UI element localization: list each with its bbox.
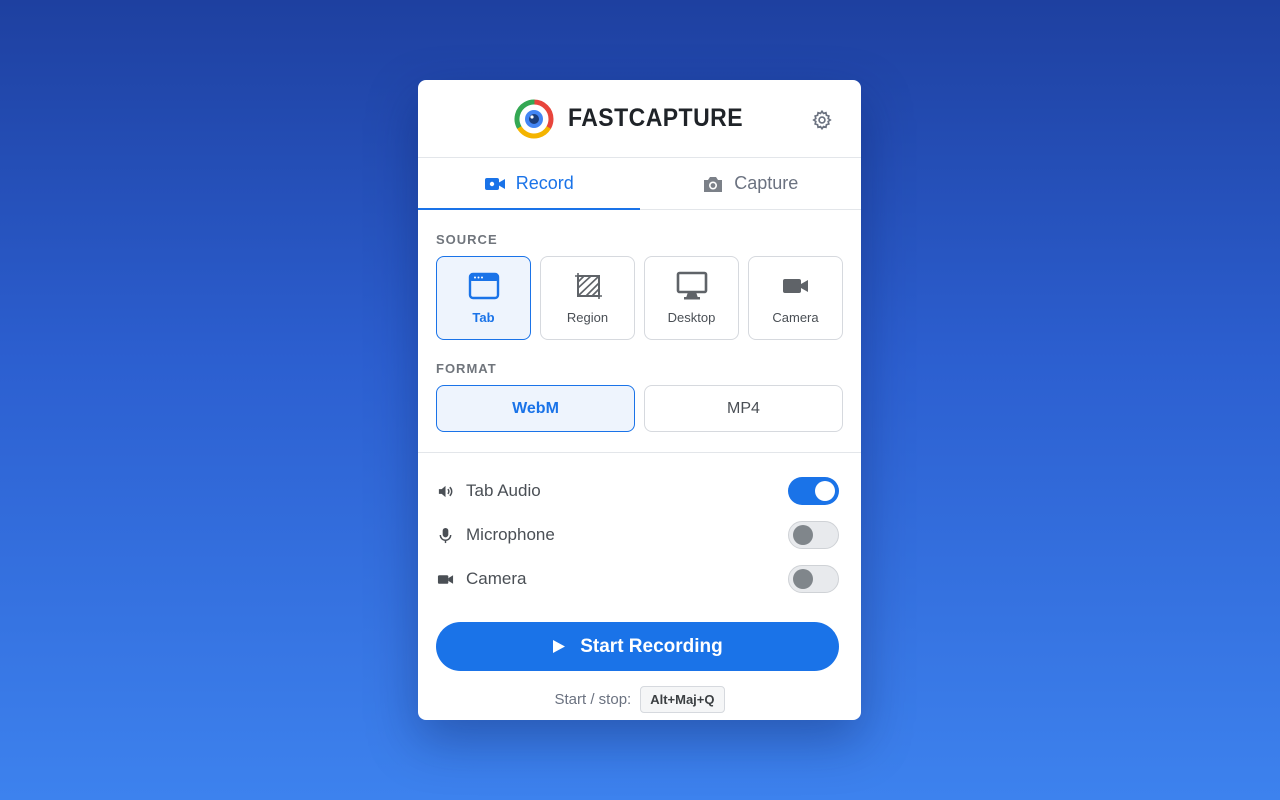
microphone-icon (439, 527, 452, 543)
start-recording-button[interactable]: Start Recording (436, 622, 839, 671)
mode-tabs: Record Capture (418, 158, 861, 210)
region-select-icon (574, 273, 602, 299)
video-camera-icon (484, 177, 505, 190)
source-heading: SOURCE (436, 232, 498, 247)
shortcut-hint: Start / stop: Alt+Maj+Q (418, 686, 861, 713)
microphone-toggle[interactable] (788, 521, 839, 549)
tab-record[interactable]: Record (418, 158, 640, 210)
shortcut-label: Start / stop: (554, 691, 632, 708)
app-title: FASTCAPTURE (568, 104, 744, 132)
source-camera-button[interactable]: Camera (748, 256, 843, 340)
format-section: FORMAT WebM MP4 (418, 361, 861, 432)
tab-audio-label: Tab Audio (466, 481, 541, 500)
popup-header: FASTCAPTURE (418, 80, 861, 158)
source-options: Tab Region Desktop Camera (436, 256, 843, 340)
camera-toggle[interactable] (788, 565, 839, 593)
video-camera-icon (782, 279, 808, 293)
play-icon (553, 640, 566, 653)
source-tab-label: Tab (472, 310, 495, 325)
extension-popup: FASTCAPTURE Record Capture SOURCE Tab Re… (418, 80, 861, 720)
brand: FASTCAPTURE (514, 99, 758, 139)
video-camera-icon (437, 574, 454, 584)
tab-audio-toggle[interactable] (788, 477, 839, 505)
source-desktop-button[interactable]: Desktop (644, 256, 739, 340)
format-mp4-button[interactable]: MP4 (644, 385, 843, 432)
shortcut-keys: Alt+Maj+Q (640, 686, 725, 713)
source-region-label: Region (566, 310, 609, 325)
options-list: Tab Audio Microphone Camera (418, 469, 861, 601)
camera-option-label: Camera (466, 569, 527, 588)
option-camera: Camera (418, 557, 861, 601)
microphone-label: Microphone (466, 525, 555, 544)
source-section: SOURCE Tab Region Desktop Camera (418, 232, 861, 340)
source-region-button[interactable]: Region (540, 256, 635, 340)
source-tab-button[interactable]: Tab (436, 256, 531, 340)
format-options: WebM MP4 (436, 385, 843, 432)
format-heading: FORMAT (436, 361, 497, 376)
section-divider (418, 452, 861, 453)
option-microphone: Microphone (418, 513, 861, 557)
start-recording-label: Start Recording (580, 635, 723, 657)
source-camera-label: Camera (772, 310, 819, 325)
app-logo-icon (514, 99, 554, 138)
tab-capture[interactable]: Capture (640, 158, 862, 209)
monitor-icon (676, 271, 707, 300)
browser-tab-icon (468, 272, 499, 300)
speaker-icon (438, 485, 453, 497)
tab-capture-label: Capture (734, 173, 799, 193)
format-webm-button[interactable]: WebM (436, 385, 635, 432)
photo-camera-icon (704, 176, 723, 192)
source-desktop-label: Desktop (667, 310, 716, 325)
option-tab-audio: Tab Audio (418, 469, 861, 513)
settings-gear-icon[interactable] (811, 109, 833, 131)
tab-record-label: Record (515, 173, 574, 193)
